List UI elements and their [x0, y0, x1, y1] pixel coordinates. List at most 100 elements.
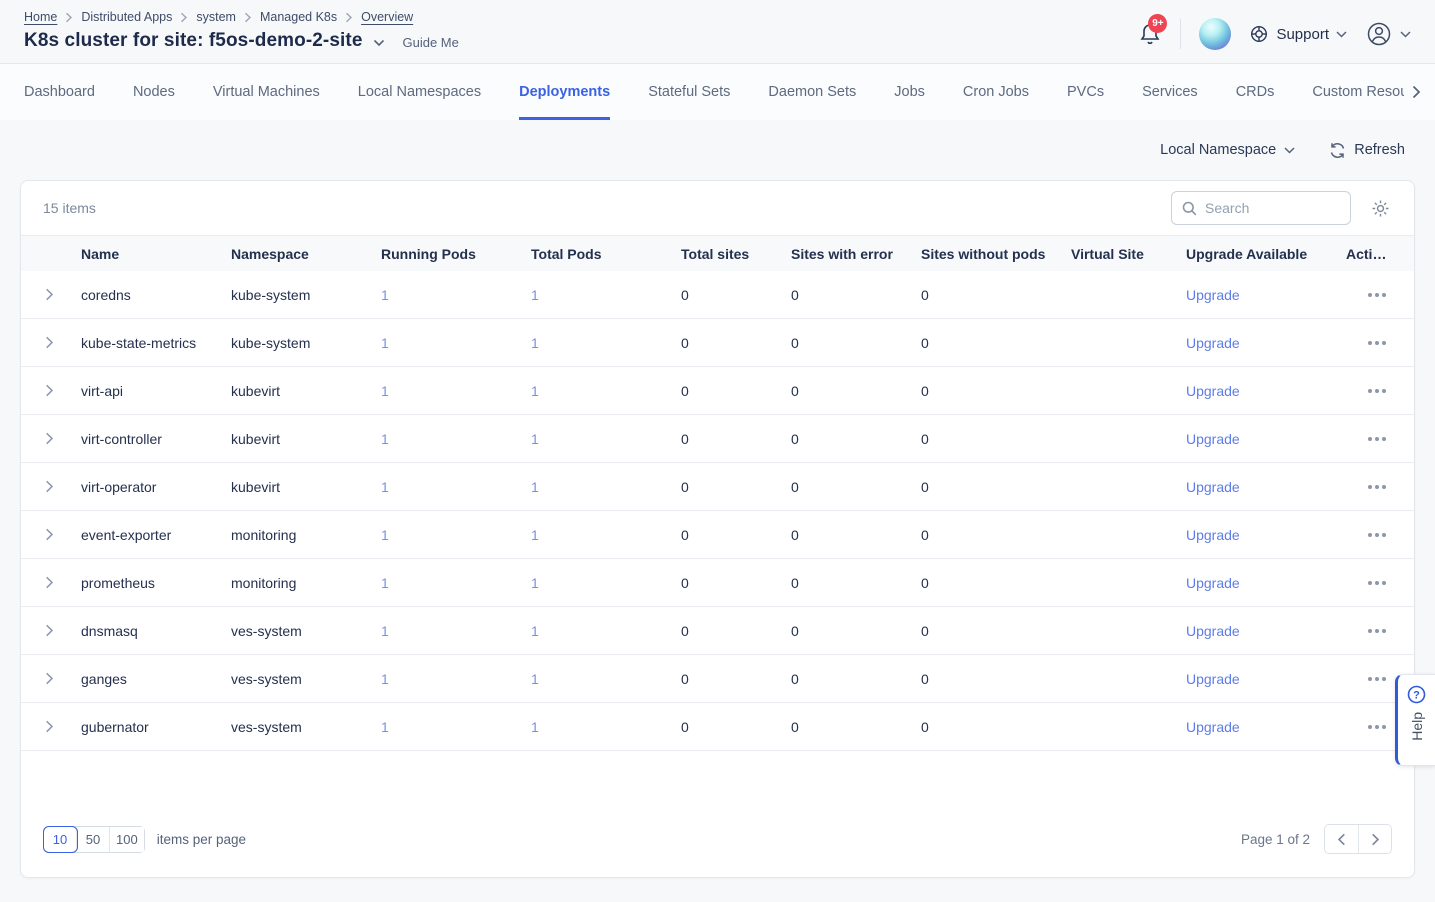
upgrade-link[interactable]: Upgrade	[1186, 431, 1240, 447]
table-settings-button[interactable]	[1369, 197, 1392, 220]
product-logo[interactable]	[1199, 18, 1231, 50]
running-pods-link[interactable]: 1	[381, 575, 389, 591]
upgrade-link[interactable]: Upgrade	[1186, 287, 1240, 303]
total-pods-link[interactable]: 1	[531, 575, 539, 591]
tab-dashboard[interactable]: Dashboard	[24, 64, 95, 120]
help-widget-button[interactable]: ? Help	[1395, 674, 1435, 766]
guide-me-link[interactable]: Guide Me	[403, 35, 459, 50]
upgrade-link[interactable]: Upgrade	[1186, 527, 1240, 543]
row-expander-button[interactable]	[41, 668, 58, 689]
breadcrumb-item[interactable]: Managed K8s	[260, 10, 337, 24]
tab-deployments[interactable]: Deployments	[519, 64, 610, 120]
total-pods-link[interactable]: 1	[531, 671, 539, 687]
total-pods-link[interactable]: 1	[531, 479, 539, 495]
row-expander-button[interactable]	[41, 572, 58, 593]
table-toolbar: 15 items	[21, 181, 1414, 235]
running-pods-link[interactable]: 1	[381, 383, 389, 399]
breadcrumb-item[interactable]: Overview	[361, 10, 413, 24]
page-size-50-button[interactable]: 50	[77, 827, 110, 852]
running-pods-link[interactable]: 1	[381, 479, 389, 495]
running-pods-link[interactable]: 1	[381, 527, 389, 543]
row-expander-button[interactable]	[41, 428, 58, 449]
running-pods-link[interactable]: 1	[381, 671, 389, 687]
page-size-100-button[interactable]: 100	[110, 827, 144, 852]
cell-total-sites: 0	[681, 431, 791, 447]
upgrade-link[interactable]: Upgrade	[1186, 671, 1240, 687]
row-actions-button[interactable]	[1366, 575, 1388, 591]
account-menu-button[interactable]	[1365, 20, 1411, 48]
row-expander-button[interactable]	[41, 332, 58, 353]
cell-total-sites: 0	[681, 383, 791, 399]
tab-jobs[interactable]: Jobs	[894, 64, 925, 120]
tab-custom-resources[interactable]: Custom Resources	[1312, 64, 1404, 120]
row-actions-button[interactable]	[1366, 335, 1388, 351]
row-actions-button[interactable]	[1366, 431, 1388, 447]
row-actions-button[interactable]	[1366, 287, 1388, 303]
breadcrumb-item[interactable]: Home	[24, 10, 57, 24]
row-expander-button[interactable]	[41, 284, 58, 305]
upgrade-link[interactable]: Upgrade	[1186, 335, 1240, 351]
running-pods-link[interactable]: 1	[381, 287, 389, 303]
total-pods-link[interactable]: 1	[531, 335, 539, 351]
items-count: 15 items	[43, 200, 1171, 216]
upgrade-link[interactable]: Upgrade	[1186, 575, 1240, 591]
row-actions-button[interactable]	[1366, 623, 1388, 639]
total-pods-link[interactable]: 1	[531, 527, 539, 543]
tab-nodes[interactable]: Nodes	[133, 64, 175, 120]
tab-services[interactable]: Services	[1142, 64, 1198, 120]
tab-virtual-machines[interactable]: Virtual Machines	[213, 64, 320, 120]
tab-cron-jobs[interactable]: Cron Jobs	[963, 64, 1029, 120]
row-expander-button[interactable]	[41, 524, 58, 545]
tab-local-namespaces[interactable]: Local Namespaces	[358, 64, 481, 120]
row-expander-button[interactable]	[41, 476, 58, 497]
cell-sites-with-error: 0	[791, 719, 921, 735]
row-actions-button[interactable]	[1366, 671, 1388, 687]
running-pods-link[interactable]: 1	[381, 623, 389, 639]
tab-stateful-sets[interactable]: Stateful Sets	[648, 64, 730, 120]
tab-crds[interactable]: CRDs	[1236, 64, 1275, 120]
notifications-button[interactable]: 9+	[1138, 21, 1162, 47]
total-pods-link[interactable]: 1	[531, 719, 539, 735]
upgrade-link[interactable]: Upgrade	[1186, 479, 1240, 495]
total-pods-link[interactable]: 1	[531, 383, 539, 399]
cell-namespace: kubevirt	[231, 479, 381, 495]
row-expander-button[interactable]	[41, 380, 58, 401]
row-actions-button[interactable]	[1366, 383, 1388, 399]
tabs-overflow-button[interactable]	[1408, 81, 1425, 103]
cell-namespace: monitoring	[231, 575, 381, 591]
total-pods-link[interactable]: 1	[531, 287, 539, 303]
prev-page-button[interactable]	[1325, 825, 1358, 853]
upgrade-link[interactable]: Upgrade	[1186, 623, 1240, 639]
tab-pvcs[interactable]: PVCs	[1067, 64, 1104, 120]
breadcrumb-item[interactable]: Distributed Apps	[81, 10, 172, 24]
row-actions-button[interactable]	[1366, 527, 1388, 543]
table-header-row: NameNamespaceRunning PodsTotal PodsTotal…	[21, 235, 1414, 271]
page-size-10-button[interactable]: 10	[44, 827, 77, 852]
row-actions-button[interactable]	[1366, 479, 1388, 495]
running-pods-link[interactable]: 1	[381, 431, 389, 447]
running-pods-link[interactable]: 1	[381, 719, 389, 735]
total-pods-link[interactable]: 1	[531, 623, 539, 639]
support-menu-button[interactable]: Support	[1249, 24, 1347, 44]
table-row: dnsmasq ves-system 1 1 0 0 0 Upgrade	[21, 607, 1414, 655]
cell-name: virt-api	[81, 383, 231, 399]
refresh-button[interactable]: Refresh	[1329, 142, 1405, 159]
next-page-button[interactable]	[1358, 825, 1391, 853]
breadcrumb-separator-icon	[65, 12, 73, 23]
breadcrumb-item[interactable]: system	[196, 10, 236, 24]
row-expander-button[interactable]	[41, 620, 58, 641]
namespace-dropdown[interactable]: Local Namespace	[1160, 142, 1295, 158]
tab-daemon-sets[interactable]: Daemon Sets	[768, 64, 856, 120]
row-expander-button[interactable]	[41, 716, 58, 737]
column-header: Actions	[1346, 246, 1394, 262]
upgrade-link[interactable]: Upgrade	[1186, 719, 1240, 735]
upgrade-link[interactable]: Upgrade	[1186, 383, 1240, 399]
cell-sites-with-error: 0	[791, 431, 921, 447]
title-chevron-down-icon[interactable]	[373, 39, 385, 47]
chevron-right-icon	[45, 576, 54, 589]
search-input[interactable]	[1205, 200, 1340, 216]
total-pods-link[interactable]: 1	[531, 431, 539, 447]
table-row: prometheus monitoring 1 1 0 0 0 Upgrade	[21, 559, 1414, 607]
running-pods-link[interactable]: 1	[381, 335, 389, 351]
row-actions-button[interactable]	[1366, 719, 1388, 735]
